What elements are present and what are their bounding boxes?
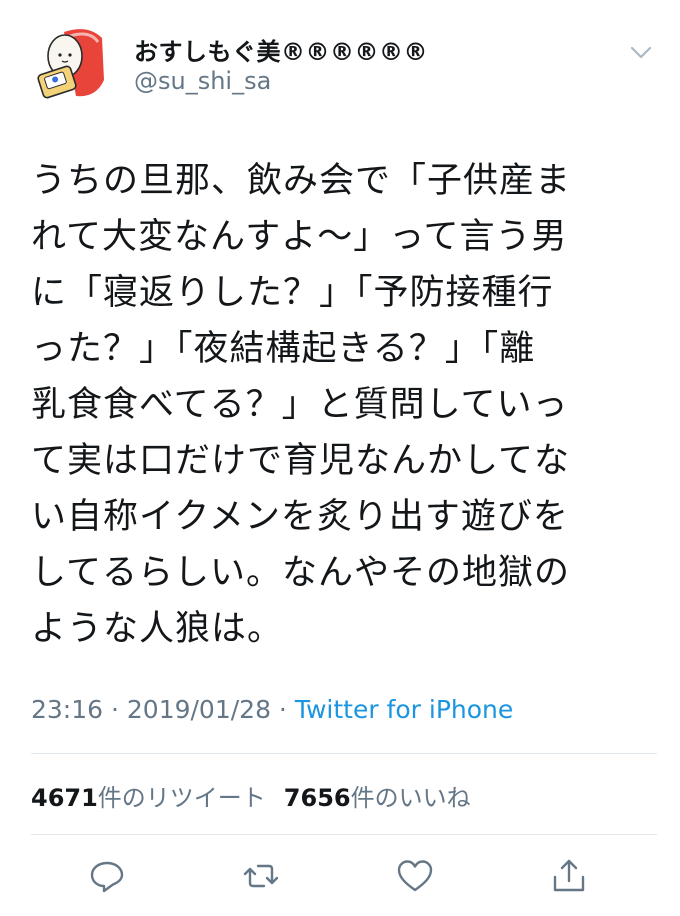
tweet-text-line: い自称イクメンを炙り出す遊びを <box>31 497 569 537</box>
tweet-text-line: してるらしい。なんやその地獄の <box>31 553 570 593</box>
tweet-text-line: ような人狼は。 <box>31 609 284 649</box>
share-button[interactable] <box>549 856 589 896</box>
likes-stat[interactable]: 7656件のいいね <box>284 784 471 812</box>
meta-separator: · <box>270 695 295 724</box>
tweet-text-line: うちの旦那、飲み会で「子供産ま <box>31 161 572 201</box>
retweets-label: 件のリツイート <box>97 784 266 812</box>
divider <box>31 753 657 754</box>
avatar[interactable] <box>30 22 112 104</box>
divider <box>31 834 657 835</box>
tweet-date[interactable]: 2019/01/28 <box>127 695 271 724</box>
meta-separator: · <box>103 695 127 724</box>
tweet-stats: 4671件のリツイート 7656件のいいね <box>31 778 471 813</box>
reply-icon <box>90 861 124 893</box>
user-handle[interactable]: @su_shi_sa <box>134 67 271 95</box>
tweet-header: おすしもぐ美®︎®︎®︎®︎®︎®︎ @su_shi_sa <box>0 0 680 130</box>
tweet-time: 23:16 <box>31 695 104 724</box>
retweet-icon <box>243 864 279 888</box>
chevron-down-icon[interactable] <box>627 40 655 64</box>
retweets-count: 4671 <box>31 784 98 812</box>
reply-button[interactable] <box>87 856 127 896</box>
tweet-text-line: った？」「夜結構起きる？」「離 <box>31 329 536 369</box>
tweet-meta: 23:16 · 2019/01/28 · Twitter for iPhone <box>31 695 513 724</box>
tweet-actions <box>0 848 680 908</box>
like-button[interactable] <box>395 856 435 896</box>
retweet-button[interactable] <box>241 856 281 896</box>
share-icon <box>553 859 585 892</box>
tweet-source-link[interactable]: Twitter for iPhone <box>295 695 513 724</box>
likes-count: 7656 <box>283 784 351 812</box>
tweet-text-line: て実は口だけで育児なんかしてな <box>31 441 570 481</box>
tweet-text-line: れて大変なんすよ〜」って言う男 <box>31 217 568 257</box>
like-icon <box>397 860 433 892</box>
retweets-stat[interactable]: 4671件のリツイート <box>31 784 266 812</box>
likes-label: 件のいいね <box>350 784 471 812</box>
tweet-text-line: 乳食食べてる？」と質問していっ <box>31 385 569 425</box>
sushi-character-icon <box>37 29 104 99</box>
display-name[interactable]: おすしもぐ美®︎®︎®︎®︎®︎®︎ <box>134 32 428 67</box>
tweet-text-line: に「寝返りした？」「予防接種行 <box>31 273 554 313</box>
tweet-text: うちの旦那、飲み会で「子供産ま れて大変なんすよ〜」って言う男 に「寝返りした？… <box>31 153 661 657</box>
